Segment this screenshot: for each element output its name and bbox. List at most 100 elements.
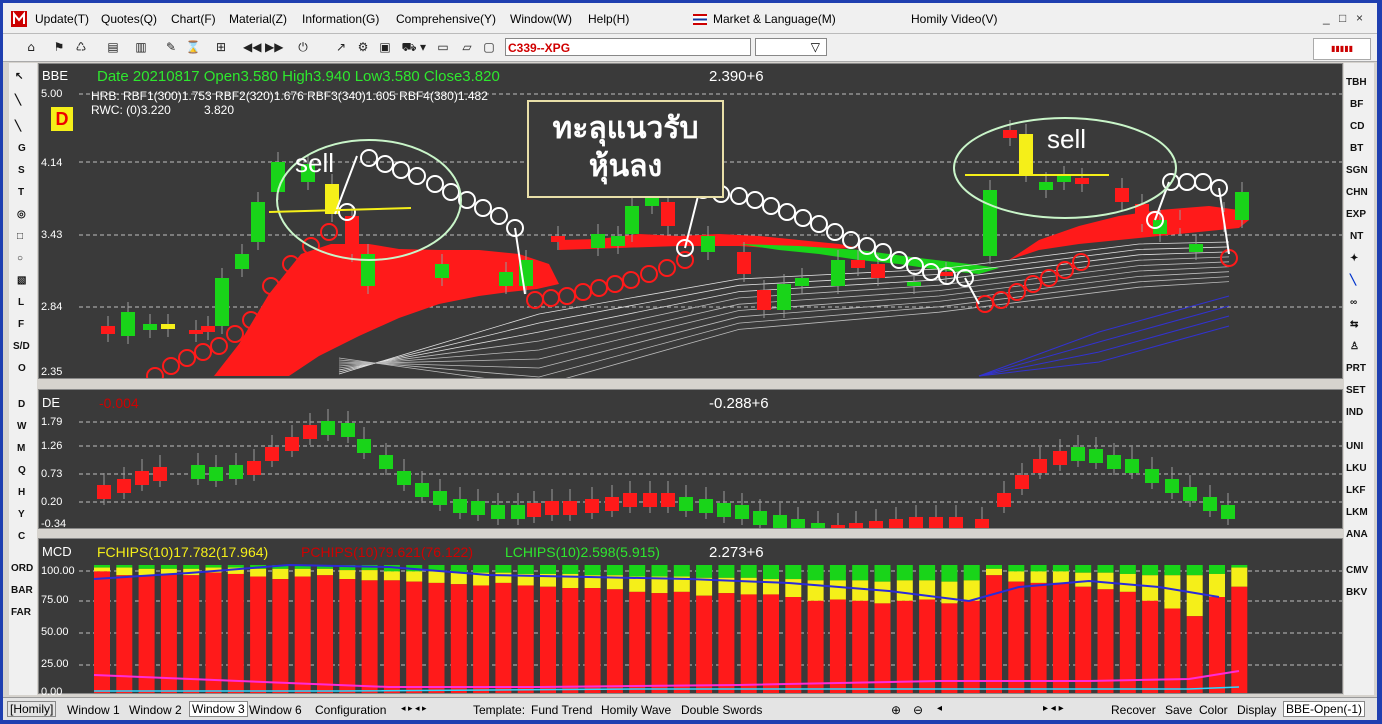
tab-window-1[interactable]: Window 1	[67, 703, 120, 717]
hourglass-icon[interactable]: ⌛	[185, 39, 201, 55]
left-tool-bar[interactable]: BAR	[11, 585, 33, 596]
scroll-right-icon[interactable]: ▸ ◂ ▸	[1043, 703, 1064, 714]
color-button[interactable]: Color	[1199, 703, 1228, 717]
left-tool-f[interactable]: F	[18, 319, 24, 330]
flag-icon[interactable]: ⚑	[51, 39, 67, 55]
tab-window-2[interactable]: Window 2	[129, 703, 182, 717]
network-icon[interactable]: ⊞	[213, 39, 229, 55]
right-tool-cd[interactable]: CD	[1350, 121, 1364, 132]
circle-icon[interactable]: ○	[17, 253, 23, 264]
menu-window[interactable]: Window(W)	[510, 12, 572, 26]
left-tool-ord[interactable]: ORD	[11, 563, 33, 574]
tab-window-3[interactable]: Window 3	[189, 701, 248, 717]
left-tool-far[interactable]: FAR	[11, 607, 31, 618]
menu-information[interactable]: Information(G)	[302, 12, 379, 26]
forward-icon[interactable]: ▶▶	[265, 39, 283, 55]
square-icon[interactable]: □	[17, 231, 23, 242]
chevron-down-icon[interactable]: ▾	[415, 39, 431, 55]
folder-icon[interactable]: ▭	[435, 39, 451, 55]
mcd-panel[interactable]: MCD FCHIPS(10)17.782(17.964) PCHIPS(10)7…	[38, 538, 1343, 698]
edit-icon[interactable]: ✎	[163, 39, 179, 55]
right-tool-uni[interactable]: UNI	[1346, 441, 1363, 452]
menu-homily-video[interactable]: Homily Video(V)	[911, 12, 997, 26]
line-draw-icon[interactable]: ╲	[15, 95, 21, 106]
period-week[interactable]: W	[17, 421, 26, 432]
bar-chart-icon[interactable]: ▥	[133, 39, 149, 55]
right-tool-lkf[interactable]: LKF	[1346, 485, 1365, 496]
recycle-icon[interactable]: ♺	[73, 39, 89, 55]
menu-help[interactable]: Help(H)	[588, 12, 629, 26]
right-tool-ind[interactable]: IND	[1346, 407, 1363, 418]
person-icon[interactable]: ♙	[1350, 341, 1359, 352]
template-fund-trend[interactable]: Fund Trend	[531, 703, 592, 717]
menu-material[interactable]: Material(Z)	[229, 12, 287, 26]
period-select[interactable]: ▽	[755, 38, 827, 56]
power-icon[interactable]: ⏻	[295, 39, 311, 55]
pattern-icon[interactable]: ▧	[17, 275, 26, 286]
display-button[interactable]: Display	[1237, 703, 1276, 717]
close-button[interactable]: ×	[1356, 11, 1363, 25]
period-quarter[interactable]: Q	[18, 465, 26, 476]
right-tool-bf[interactable]: BF	[1350, 99, 1363, 110]
market-flag-icon[interactable]: ▤	[105, 39, 121, 55]
left-tool-o[interactable]: O	[18, 363, 26, 374]
right-tool-nt[interactable]: NT	[1350, 231, 1363, 242]
save-button[interactable]: Save	[1165, 703, 1192, 717]
crosshair-icon[interactable]: ✦	[1350, 253, 1358, 264]
right-tool-sgn[interactable]: SGN	[1346, 165, 1368, 176]
monitor-icon[interactable]: ▢	[481, 39, 497, 55]
left-tool-t[interactable]: T	[18, 187, 24, 198]
left-tool-l[interactable]: L	[18, 297, 24, 308]
gear-icon[interactable]: ⚙	[355, 39, 371, 55]
period-custom[interactable]: C	[18, 531, 25, 542]
rewind-icon[interactable]: ◀◀	[243, 39, 261, 55]
period-day[interactable]: D	[18, 399, 25, 410]
left-tool-g[interactable]: G	[18, 143, 26, 154]
home-icon[interactable]: ⌂	[23, 39, 39, 55]
menu-quotes[interactable]: Quotes(Q)	[101, 12, 157, 26]
folder-open-icon[interactable]: ▱	[459, 39, 475, 55]
right-tool-prt[interactable]: PRT	[1346, 363, 1366, 374]
line-tool-icon[interactable]: ↗	[333, 39, 349, 55]
right-tool-set[interactable]: SET	[1346, 385, 1365, 396]
homily-label[interactable]: [Homily]	[7, 701, 57, 717]
mode-select[interactable]: BBE-Open(-1)	[1283, 701, 1366, 717]
period-year[interactable]: Y	[18, 509, 25, 520]
right-tool-bt[interactable]: BT	[1350, 143, 1363, 154]
right-tool-bkv[interactable]: BKV	[1346, 587, 1367, 598]
configuration-button[interactable]: Configuration	[315, 703, 386, 717]
target-icon[interactable]: ◎	[17, 209, 26, 220]
symbol-input[interactable]: C339--XPG	[505, 38, 751, 56]
right-tool-lkm[interactable]: LKM	[1346, 507, 1368, 518]
pen-icon[interactable]: ╲	[1350, 275, 1356, 286]
minimize-button[interactable]: _	[1323, 11, 1330, 25]
binoculars-icon[interactable]: ∞	[1350, 297, 1357, 308]
right-tool-chn[interactable]: CHN	[1346, 187, 1368, 198]
cursor-icon[interactable]: ↖	[15, 71, 23, 82]
zoom-in-icon[interactable]: ⊕	[891, 703, 901, 717]
period-half[interactable]: H	[18, 487, 25, 498]
restore-button[interactable]: □	[1339, 11, 1346, 25]
left-tool-sd[interactable]: S/D	[13, 341, 30, 352]
right-tool-exp[interactable]: EXP	[1346, 209, 1366, 220]
recover-button[interactable]: Recover	[1111, 703, 1156, 717]
tab-window-6[interactable]: Window 6	[249, 703, 302, 717]
menu-chart[interactable]: Chart(F)	[171, 12, 216, 26]
zoom-out-icon[interactable]: ⊖	[913, 703, 923, 717]
frame-icon[interactable]: ▣	[377, 39, 393, 55]
period-month[interactable]: M	[17, 443, 25, 454]
arrows-icon[interactable]: ⇆	[1350, 319, 1358, 330]
template-homily-wave[interactable]: Homily Wave	[601, 703, 671, 717]
line-tool-icon[interactable]: ╲	[15, 121, 21, 132]
menu-update[interactable]: Update(T)	[35, 12, 89, 26]
menu-market-language[interactable]: Market & Language(M)	[713, 12, 836, 26]
right-tool-ana[interactable]: ANA	[1346, 529, 1368, 540]
right-tool-lku[interactable]: LKU	[1346, 463, 1367, 474]
right-tool-tbh[interactable]: TBH	[1346, 77, 1367, 88]
template-double-swords[interactable]: Double Swords	[681, 703, 762, 717]
scroll-left-icon[interactable]: ◂	[937, 703, 942, 714]
spinner-icon[interactable]: ◂ ▸ ◂ ▸	[401, 703, 427, 714]
menu-comprehensive[interactable]: Comprehensive(Y)	[396, 12, 496, 26]
right-tool-cmv[interactable]: CMV	[1346, 565, 1368, 576]
left-tool-s[interactable]: S	[18, 165, 25, 176]
